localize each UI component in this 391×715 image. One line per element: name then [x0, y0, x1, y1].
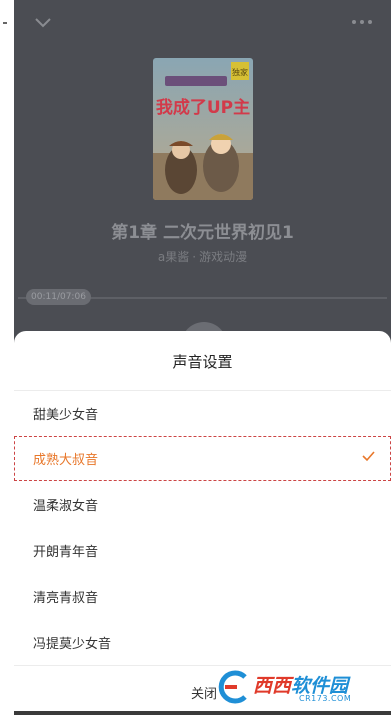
- voice-option-label: 开朗青年音: [33, 545, 99, 560]
- voice-option-clear-uncle[interactable]: 清亮青叔音: [14, 574, 391, 619]
- elapsed-time: 00:11: [31, 292, 57, 302]
- voice-option-sweet-girl[interactable]: 甜美少女音: [14, 391, 391, 436]
- sheet-title: 声音设置: [172, 353, 233, 371]
- voice-option-label: 清亮青叔音: [33, 591, 99, 606]
- meta-separator: ·: [192, 250, 197, 264]
- total-duration: 07:06: [59, 292, 86, 302]
- time-readout[interactable]: 00:11/07:06: [26, 289, 91, 305]
- voice-option-label: 成熟大叔音: [33, 453, 99, 468]
- voice-option-mature-uncle[interactable]: 成熟大叔音: [14, 436, 391, 481]
- left-edge-strip: [0, 0, 14, 715]
- bottom-edge-bar: [14, 711, 391, 715]
- voice-settings-sheet: 声音设置 甜美少女音 成熟大叔音 温柔淑女音 开朗青年音 清亮青叔音 冯提莫少女…: [14, 331, 391, 715]
- book-cover: 独家 我成了UP主: [153, 58, 253, 200]
- cover-badge: 独家: [232, 67, 248, 77]
- chapter-title: 第1章 二次元世界初见1: [111, 223, 294, 243]
- book-cover-art: 独家 我成了UP主: [153, 58, 253, 200]
- author-name: a果酱: [157, 250, 190, 264]
- close-button[interactable]: 关闭: [191, 683, 217, 702]
- voice-option-label: 甜美少女音: [33, 408, 99, 423]
- chevron-down-icon[interactable]: [34, 13, 52, 31]
- edge-marker: [3, 22, 7, 24]
- site-watermark: 西西软件园 CR173.COM: [215, 669, 391, 705]
- watermark-logo-icon: [218, 670, 247, 704]
- voice-option-label: 冯提莫少女音: [33, 637, 112, 652]
- voice-option-cheerful-youth[interactable]: 开朗青年音: [14, 528, 391, 573]
- watermark-name-part1: 西西: [253, 675, 292, 697]
- checkmark-icon: [362, 451, 375, 462]
- cover-title: 我成了UP主: [156, 97, 250, 118]
- chapter-meta: a果酱 · 游戏动漫: [14, 248, 391, 265]
- voice-option-feng-timo-girl[interactable]: 冯提莫少女音: [14, 620, 391, 665]
- close-divider: [14, 665, 391, 666]
- category-name: 游戏动漫: [199, 250, 248, 264]
- voice-option-label: 温柔淑女音: [33, 499, 99, 514]
- watermark-url: CR173.COM: [299, 694, 352, 703]
- more-options-icon[interactable]: [351, 14, 373, 30]
- voice-option-gentle-lady[interactable]: 温柔淑女音: [14, 482, 391, 527]
